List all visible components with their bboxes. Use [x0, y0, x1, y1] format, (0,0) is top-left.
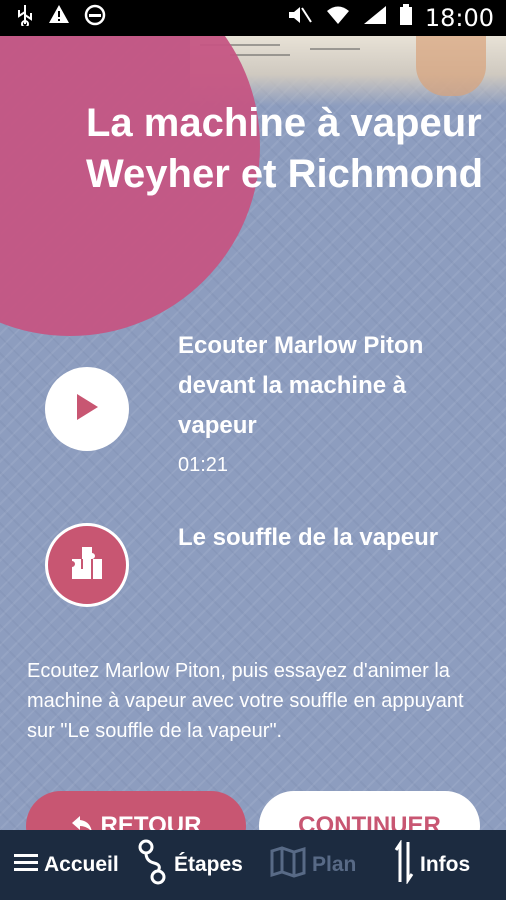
- clock: 18:00: [424, 4, 494, 32]
- status-bar: 18:00: [0, 0, 506, 36]
- instructions-text: Ecoutez Marlow Piton, puis essayez d'ani…: [27, 660, 464, 742]
- nav-item-etapes[interactable]: Étapes: [136, 839, 243, 891]
- menu-icon: [14, 852, 38, 878]
- nav-label-accueil: Accueil: [44, 853, 119, 876]
- audio-play-button[interactable]: [45, 367, 129, 451]
- nav-item-plan[interactable]: Plan: [270, 846, 356, 884]
- bottom-navigation: Accueil Étapes Plan Infos: [0, 830, 506, 900]
- nav-item-infos[interactable]: Infos: [394, 839, 471, 890]
- page-title: La machine à vapeur Weyher et Richmond: [86, 101, 484, 196]
- main-content: La machine à vapeur Weyher et Richmond E…: [0, 36, 506, 830]
- route-icon: [136, 839, 168, 891]
- updown-arrows-icon: [394, 839, 414, 890]
- nav-label-infos: Infos: [420, 853, 471, 876]
- usb-icon: [16, 4, 34, 32]
- blocked-icon: [84, 4, 106, 32]
- audio-duration: 01:21: [178, 454, 229, 476]
- continue-button[interactable]: CONTINUER: [259, 791, 480, 830]
- audio-item-title[interactable]: Ecouter Marlow Piton devant la machine à…: [178, 326, 478, 446]
- warning-icon: [48, 4, 70, 32]
- mute-icon: [287, 5, 313, 31]
- game-button[interactable]: [45, 523, 129, 607]
- reply-arrow-icon: [71, 812, 93, 830]
- battery-icon: [399, 4, 413, 32]
- play-icon: [74, 393, 100, 426]
- back-button[interactable]: RETOUR: [26, 791, 246, 830]
- map-icon: [270, 846, 306, 884]
- wifi-icon: [325, 5, 351, 31]
- nav-label-etapes: Étapes: [174, 853, 243, 876]
- game-item-title[interactable]: Le souffle de la vapeur: [178, 518, 478, 558]
- nav-label-plan: Plan: [312, 853, 357, 876]
- continue-button-label: CONTINUER: [298, 812, 441, 830]
- back-button-label: RETOUR: [100, 812, 202, 830]
- puzzle-icon: [68, 545, 106, 586]
- signal-icon: [363, 5, 387, 31]
- nav-item-accueil[interactable]: Accueil: [14, 852, 119, 878]
